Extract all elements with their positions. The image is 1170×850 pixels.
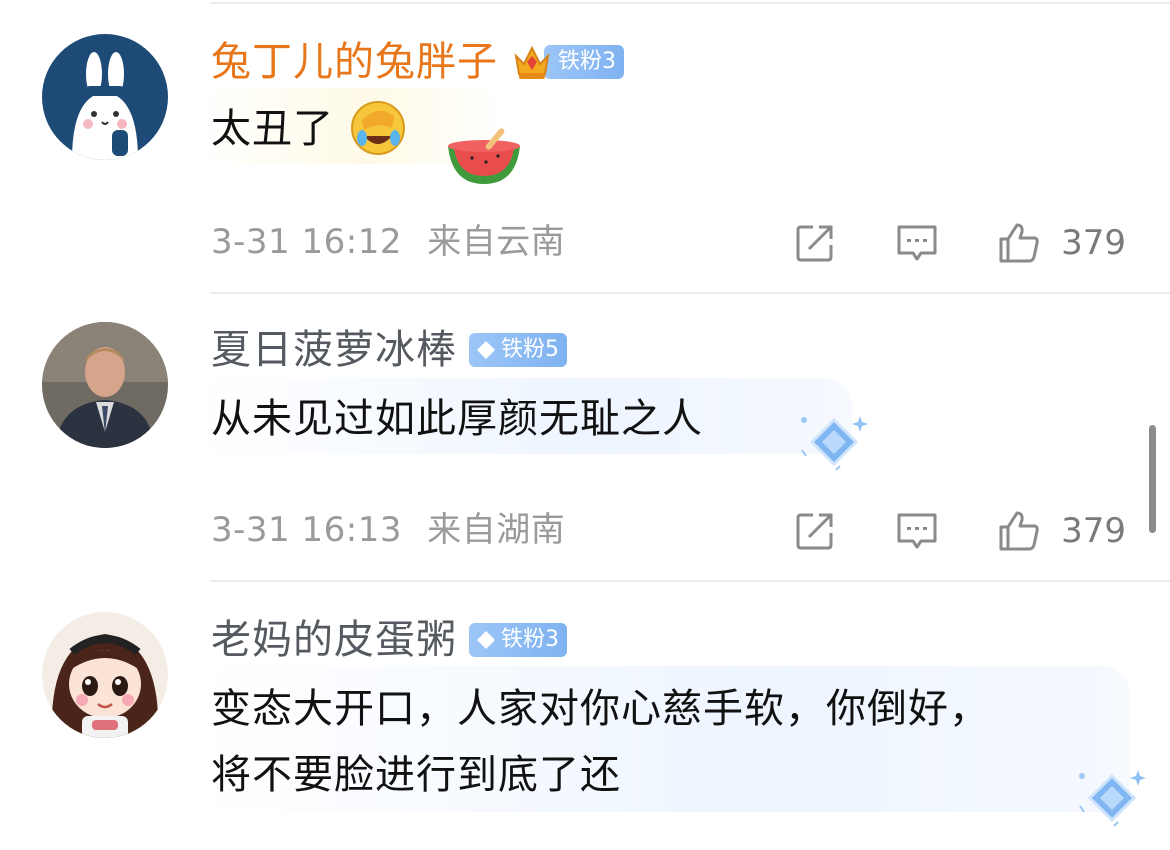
comment-time: 3-31 16:13: [211, 510, 402, 550]
comment-meta: 3-31 16:13 来自湖南: [211, 508, 565, 552]
cartoon-girl-avatar-icon: [42, 612, 168, 738]
fan-badge[interactable]: 铁粉5: [469, 333, 567, 367]
thumbs-up-icon: [999, 223, 1039, 263]
fan-badge-label: 铁粉5: [501, 337, 559, 362]
fan-badge[interactable]: 铁粉3: [469, 623, 567, 657]
comment-location: 来自云南: [427, 222, 566, 262]
name-row: 老妈的皮蛋粥 铁粉3: [211, 612, 567, 668]
fan-badge-label: 铁粉3: [501, 627, 559, 652]
username[interactable]: 夏日菠萝冰棒: [211, 322, 457, 378]
comment-actions: 379: [793, 218, 1126, 268]
man-in-suit-avatar-icon: [42, 322, 168, 448]
like-button[interactable]: 379: [997, 221, 1126, 265]
name-row: 兔丁儿的兔胖子 铁粉3: [211, 34, 624, 90]
username[interactable]: 兔丁儿的兔胖子: [211, 34, 498, 90]
facepalm-laugh-emoji-icon: [351, 101, 405, 155]
reply-icon[interactable]: [895, 221, 939, 265]
comment-meta: 3-31 16:12 来自云南: [211, 220, 565, 264]
comment-location: 来自湖南: [427, 510, 566, 550]
diamond-icon: [477, 631, 495, 649]
watermelon-emoji-icon: [448, 128, 520, 184]
like-count: 379: [1061, 223, 1126, 263]
comment-time: 3-31 16:12: [211, 222, 402, 262]
avatar[interactable]: [42, 34, 168, 160]
avatar[interactable]: [42, 322, 168, 448]
username[interactable]: 老妈的皮蛋粥: [211, 612, 457, 668]
comment-item: 兔丁儿的兔胖子 铁粉3 太丑了 3-31 16:12 来自云南 379: [0, 0, 1170, 292]
fan-badge-label: 铁粉3: [544, 45, 624, 79]
share-icon[interactable]: [793, 509, 837, 553]
avatar[interactable]: [42, 612, 168, 738]
comment-item: 夏日菠萝冰棒 铁粉5 从未见过如此厚颜无耻之人 3-31 16:13 来自湖南: [0, 292, 1170, 580]
like-button[interactable]: 379: [997, 509, 1126, 553]
fan-badge[interactable]: 铁粉3: [510, 42, 624, 82]
diamond-icon: [477, 341, 495, 359]
crown-icon: [514, 45, 550, 79]
diamond-sparkle-icon: [1079, 770, 1146, 827]
thumbs-up-icon: [999, 511, 1039, 551]
bunny-avatar-icon: [42, 34, 168, 160]
comment-actions: 379: [793, 506, 1126, 556]
comment-list: 兔丁儿的兔胖子 铁粉3 太丑了 3-31 16:12 来自云南 379 夏日菠萝…: [0, 0, 1170, 850]
scrollbar[interactable]: [1149, 425, 1156, 533]
comment-text: 太丑了: [211, 106, 334, 152]
diamond-sparkle-icon: [801, 416, 868, 471]
reply-icon[interactable]: [895, 509, 939, 553]
comment-text: 从未见过如此厚颜无耻之人: [211, 396, 703, 442]
share-icon[interactable]: [793, 221, 837, 265]
comment-item: 老妈的皮蛋粥 铁粉3 变态大开口，人家对你心慈手软，你倒好， 将不要脸进行到底了…: [0, 580, 1170, 850]
comment-text-line-2: 将不要脸进行到底了还: [211, 752, 621, 798]
comment-text-line-1: 变态大开口，人家对你心慈手软，你倒好，: [211, 686, 990, 732]
name-row: 夏日菠萝冰棒 铁粉5: [211, 322, 567, 378]
like-count: 379: [1061, 511, 1126, 551]
